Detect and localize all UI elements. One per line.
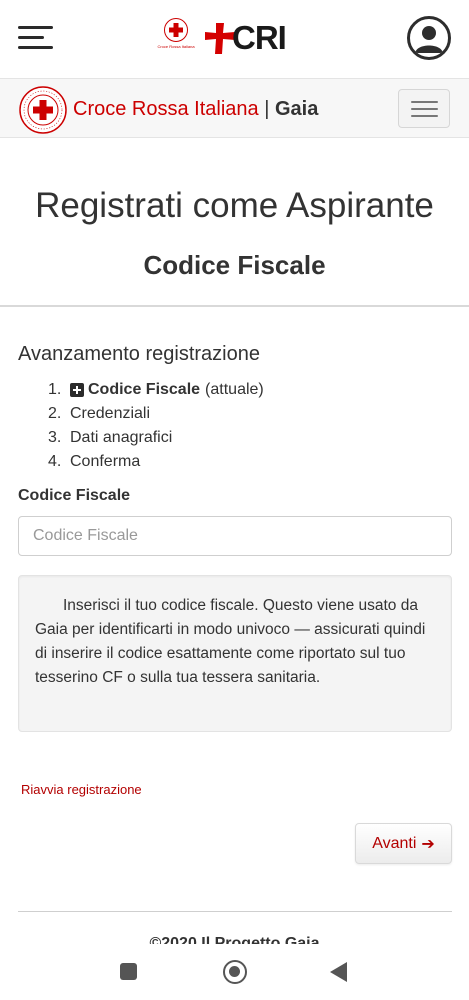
- emblem-caption: Croce Rossa Italiana: [157, 44, 195, 49]
- user-avatar-icon[interactable]: [407, 16, 451, 60]
- step-label: Credenziali: [70, 405, 151, 422]
- footer-divider: [18, 911, 452, 912]
- step-item: 2. Credenziali: [48, 405, 151, 422]
- next-button[interactable]: Avanti ➔: [355, 823, 452, 864]
- divider: [0, 305, 469, 307]
- step-label: Dati anagrafici: [70, 429, 173, 446]
- brand-separator: |: [264, 98, 270, 120]
- help-box: Inserisci il tuo codice fiscale. Questo …: [18, 575, 452, 732]
- codice-fiscale-input[interactable]: [18, 516, 452, 556]
- navbar-toggle-button[interactable]: [398, 89, 450, 128]
- codice-fiscale-label: Codice Fiscale: [18, 487, 131, 504]
- back-icon[interactable]: [330, 962, 347, 982]
- site-navbar: Croce Rossa Italiana | Gaia: [0, 78, 469, 138]
- restart-registration-link[interactable]: Riavvia registrazione: [21, 782, 142, 797]
- red-cross-emblem-icon: Croce Rossa Italiana: [157, 18, 195, 58]
- step-label: Codice Fiscale: [88, 381, 201, 398]
- home-icon[interactable]: [223, 960, 247, 984]
- brand-app-name: Gaia: [274, 98, 319, 120]
- cri-logo-text: CRI: [232, 19, 287, 56]
- step-item: 3. Dati anagrafici: [48, 429, 173, 446]
- app-logo: Croce Rossa Italiana CRI: [157, 18, 287, 58]
- next-button-label: Avanti: [372, 834, 417, 852]
- site-brand[interactable]: Croce Rossa Italiana | Gaia: [73, 98, 318, 121]
- step-current-marker: (attuale): [205, 381, 264, 398]
- app-top-bar: Croce Rossa Italiana CRI: [0, 0, 469, 78]
- menu-icon[interactable]: [18, 26, 53, 50]
- page-title: Registrati come Aspirante: [35, 186, 434, 225]
- page-subtitle: Codice Fiscale: [143, 250, 326, 280]
- cri-logo: CRI: [204, 19, 287, 57]
- registration-steps-list: 1. Codice Fiscale (attuale) 2. Credenzia…: [48, 378, 264, 474]
- system-navigation-bar: [0, 944, 469, 1000]
- help-text: Inserisci il tuo codice fiscale. Questo …: [35, 597, 426, 686]
- step-item: 4. Conferma: [48, 453, 141, 470]
- croce-rossa-seal-icon: [18, 85, 68, 135]
- step-item: 1. Codice Fiscale (attuale): [48, 381, 264, 398]
- recent-apps-icon[interactable]: [120, 963, 137, 980]
- plus-square-icon: [70, 383, 84, 397]
- step-label: Conferma: [70, 453, 141, 470]
- arrow-right-icon: ➔: [421, 835, 435, 853]
- brand-name: Croce Rossa Italiana: [73, 98, 259, 120]
- progress-title: Avanzamento registrazione: [18, 343, 260, 365]
